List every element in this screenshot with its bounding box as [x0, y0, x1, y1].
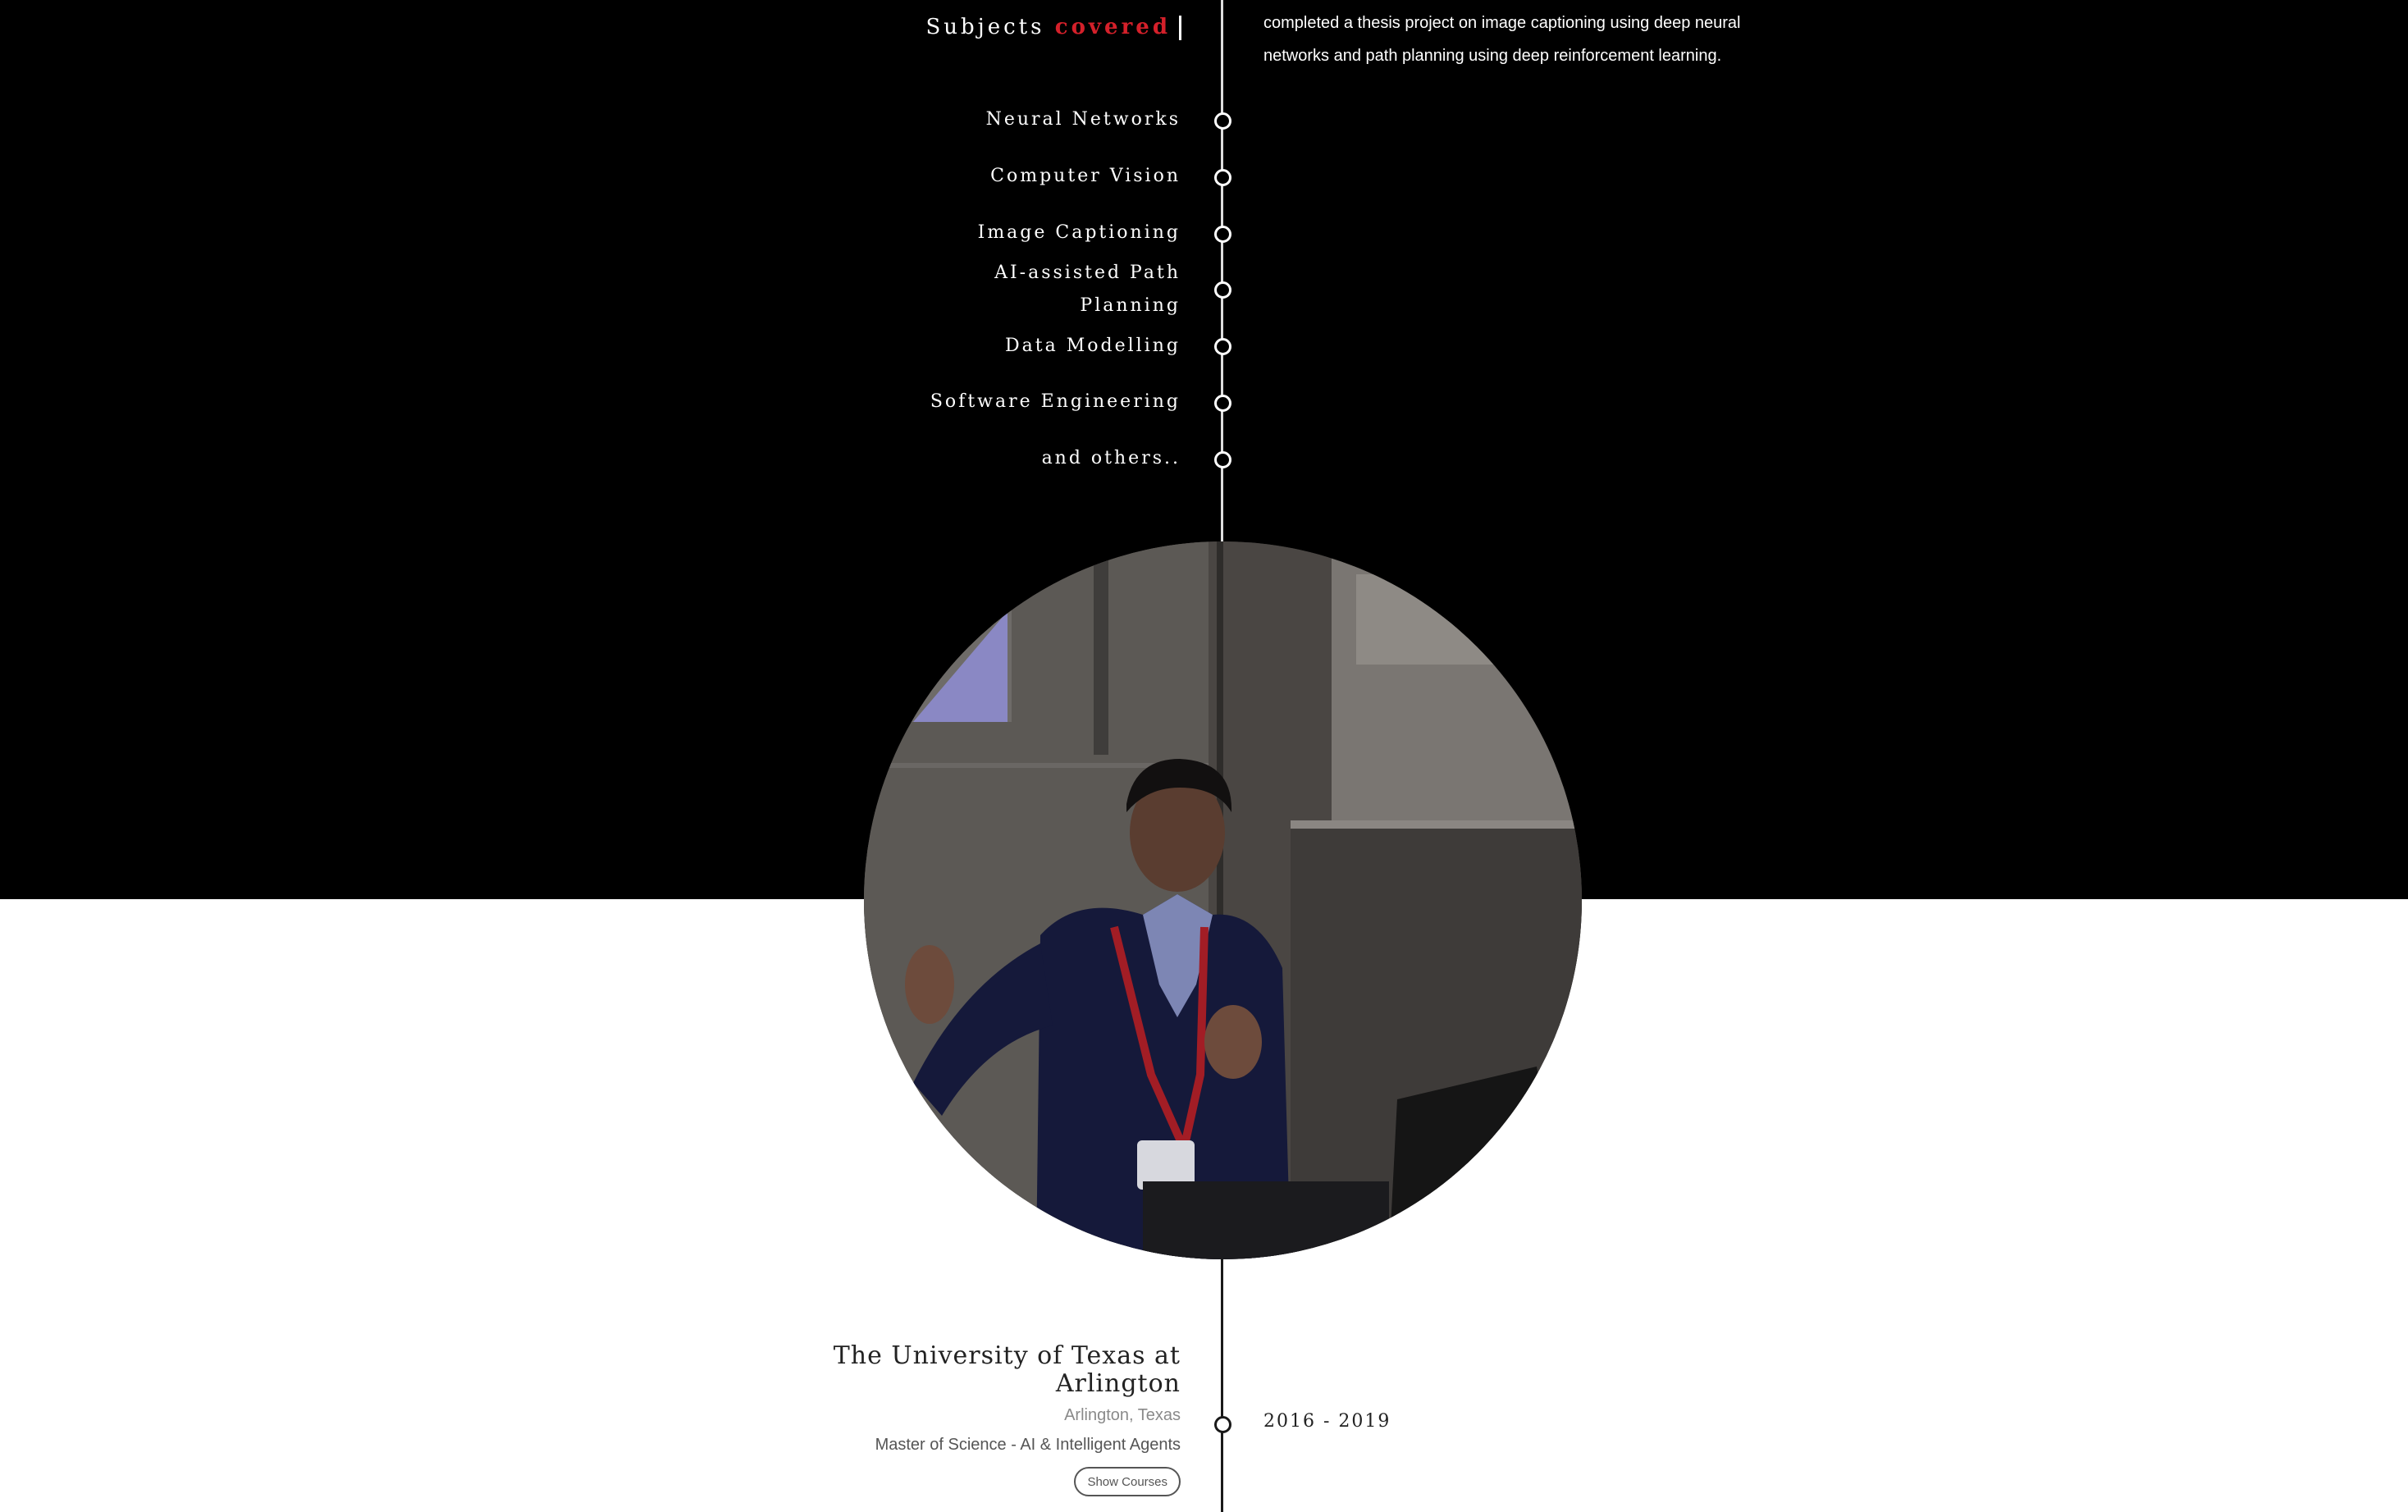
degree-title: Master of Science - AI & Intelligent Age… [875, 1436, 1181, 1454]
subjects-heading-main: Subjects [925, 15, 1045, 39]
institution-location: Arlington, Texas [1064, 1406, 1181, 1424]
profile-photo [864, 541, 1582, 1259]
education-years: 2016 - 2019 [1263, 1411, 1391, 1432]
timeline-node-icon [1214, 395, 1231, 412]
timeline-node-icon [1214, 338, 1231, 355]
timeline-node-icon [1214, 281, 1231, 299]
subjects-heading-accent: covered [1054, 15, 1171, 39]
subject-item-path-planning: AI-assisted Path Planning [994, 263, 1181, 316]
timeline-node-icon [1214, 226, 1231, 243]
subject-item-data-modelling: Data Modelling [1005, 336, 1181, 356]
thesis-description: completed a thesis project on image capt… [1263, 14, 1741, 65]
subject-item-neural-networks: Neural Networks [985, 109, 1181, 130]
subject-item-computer-vision: Computer Vision [990, 166, 1181, 186]
subject-item-software-engineering: Software Engineering [930, 391, 1181, 412]
timeline-node-icon [1214, 112, 1231, 130]
typing-cursor [1179, 16, 1181, 40]
timeline-node-icon [1214, 1416, 1231, 1433]
timeline-node-icon [1214, 169, 1231, 186]
subject-item-others: and others.. [1041, 448, 1181, 468]
subjects-heading: Subjects covered [925, 15, 1181, 40]
show-courses-button[interactable]: Show Courses [1074, 1467, 1181, 1496]
institution-name: The University of Texas at Arlington [833, 1341, 1181, 1398]
timeline-node-icon [1214, 451, 1231, 468]
timeline-line-lower [1221, 1255, 1223, 1512]
subject-item-image-captioning: Image Captioning [977, 222, 1181, 243]
